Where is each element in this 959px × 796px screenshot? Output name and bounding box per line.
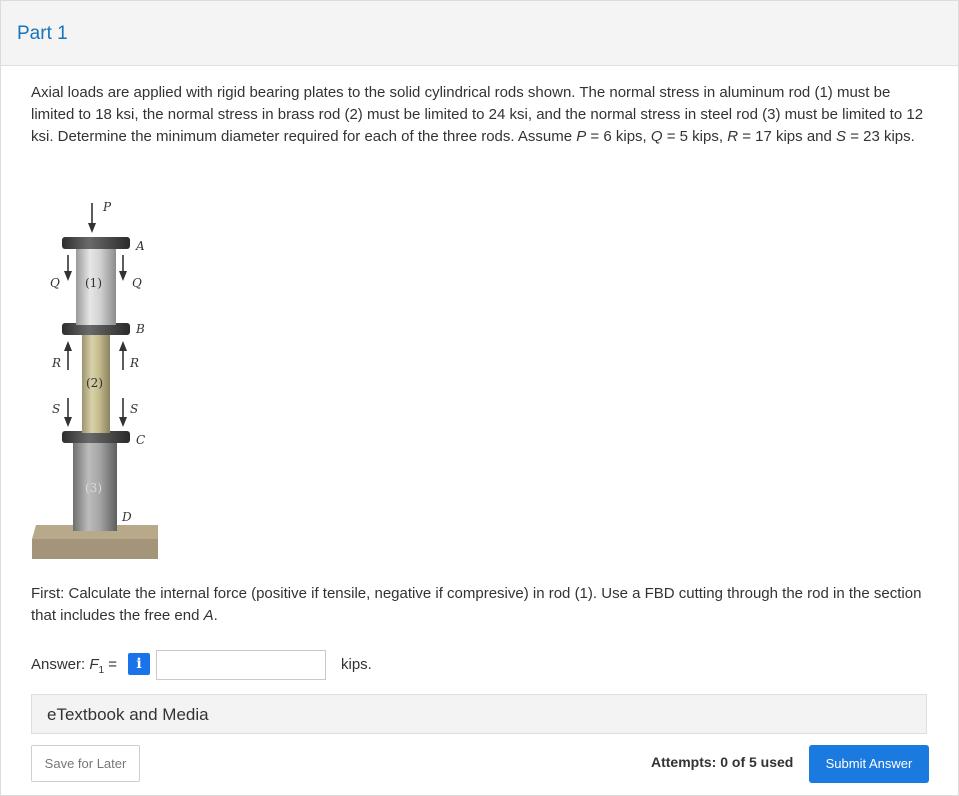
question-end-var: A xyxy=(203,607,214,624)
question-end-punct: . xyxy=(213,607,218,624)
etextbook-panel[interactable]: eTextbook and Media xyxy=(31,694,927,734)
load-arrow-r-left xyxy=(64,341,72,370)
load-arrow-p xyxy=(88,203,96,233)
label-b: B xyxy=(135,322,145,336)
var-r: R xyxy=(727,128,739,145)
var-q: Q xyxy=(650,128,663,145)
var-p: P xyxy=(576,128,587,145)
label-r-left: R xyxy=(51,356,61,370)
label-q-right: Q xyxy=(132,276,142,290)
plate-a xyxy=(62,237,130,249)
load-arrow-s-right xyxy=(119,398,127,427)
label-p: P xyxy=(102,200,112,214)
label-d: D xyxy=(121,510,132,524)
label-c: C xyxy=(136,433,145,447)
part-header: Part 1 xyxy=(1,1,958,66)
label-s-right: S xyxy=(130,402,138,416)
load-arrow-q-left xyxy=(64,255,72,281)
label-rod-2: (2) xyxy=(86,376,103,390)
question-text: First: Calculate the internal force (pos… xyxy=(31,585,922,624)
part-title: Part 1 xyxy=(17,23,68,44)
label-rod-3: (3) xyxy=(85,481,102,495)
label-rod-1: (1) xyxy=(85,276,102,290)
problem-statement: Axial loads are applied with rigid beari… xyxy=(31,82,931,148)
eq-q: = 5 kips, xyxy=(662,128,728,145)
load-arrow-q-right xyxy=(119,255,127,281)
submit-answer-button[interactable]: Submit Answer xyxy=(809,745,929,783)
answer-prefix: Answer: xyxy=(31,656,90,673)
question-prompt: First: Calculate the internal force (pos… xyxy=(31,583,931,627)
label-r-right: R xyxy=(129,356,139,370)
var-s: S xyxy=(836,128,847,145)
etextbook-label: eTextbook and Media xyxy=(47,705,209,724)
info-icon[interactable]: i xyxy=(128,653,150,675)
load-arrow-r-right xyxy=(119,341,127,370)
answer-var: F xyxy=(89,656,99,673)
label-a: A xyxy=(135,239,145,253)
answer-equals: = xyxy=(104,656,118,673)
answer-label: Answer: F1 = xyxy=(31,656,117,676)
label-q-left: Q xyxy=(50,276,60,290)
load-arrow-s-left xyxy=(64,398,72,427)
rod-assembly-figure: P A Q Q (1) B R R (2) S S C (3) D xyxy=(32,200,158,559)
attempts-counter: Attempts: 0 of 5 used xyxy=(651,754,794,770)
units-label: kips. xyxy=(341,656,372,673)
eq-s: = 23 kips. xyxy=(846,128,915,145)
eq-p: = 6 kips, xyxy=(586,128,651,145)
answer-input[interactable] xyxy=(156,650,326,680)
save-for-later-button[interactable]: Save for Later xyxy=(31,745,140,782)
ground-base xyxy=(32,539,158,559)
eq-r: = 17 kips and xyxy=(738,128,837,145)
label-s-left: S xyxy=(52,402,60,416)
